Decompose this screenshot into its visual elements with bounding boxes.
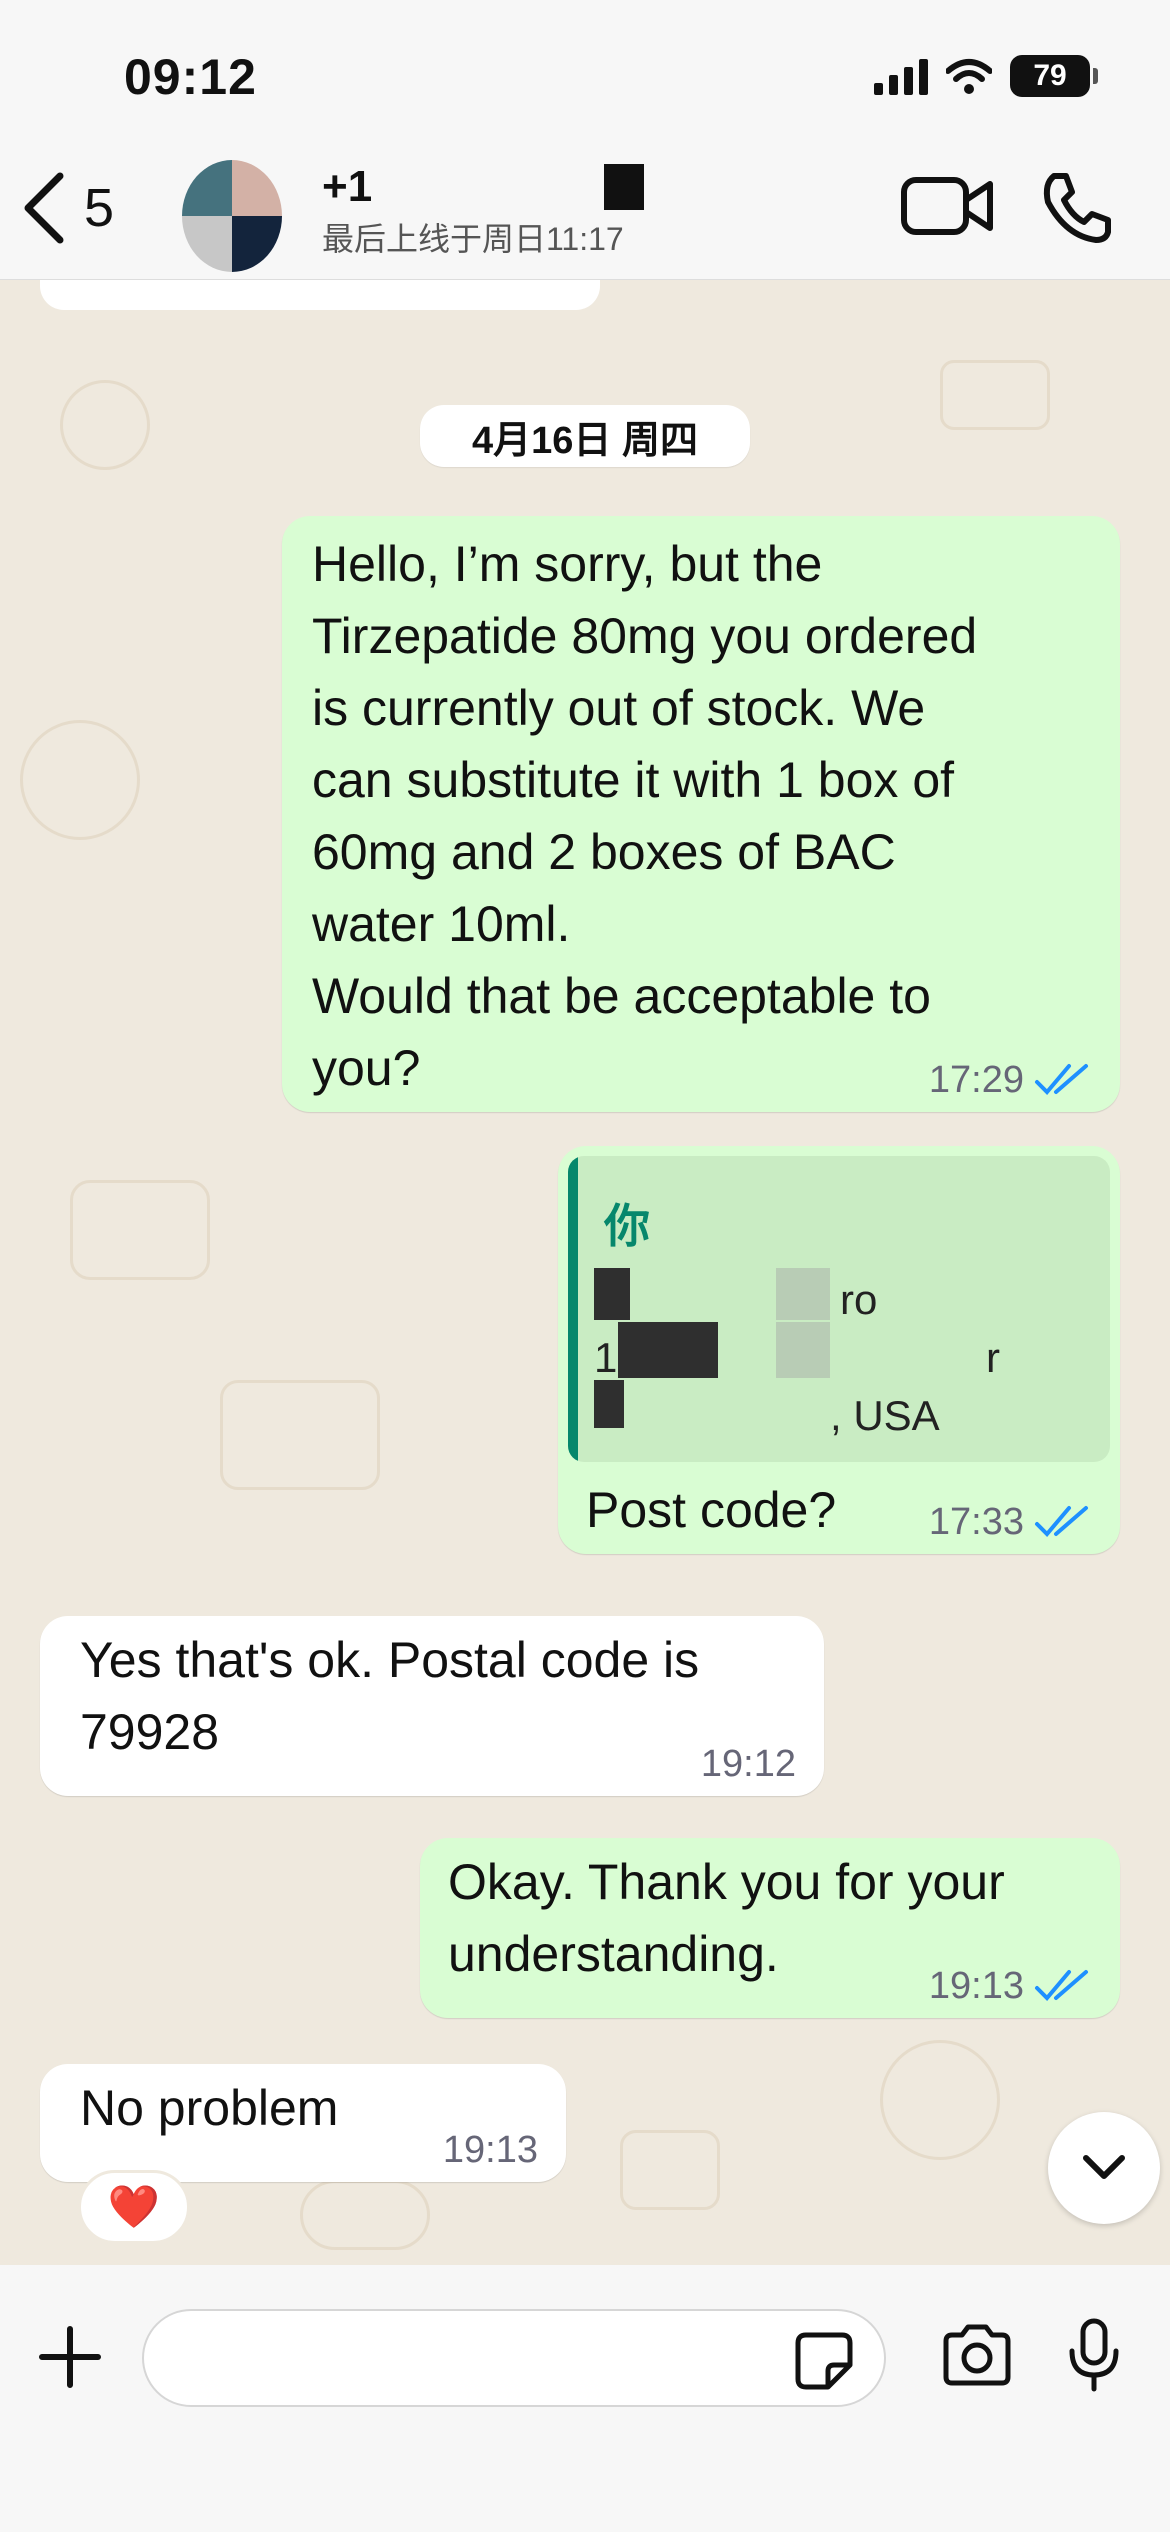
redaction-mask [594,1268,630,1320]
voice-call-button[interactable] [1040,170,1114,249]
attach-button[interactable] [38,2325,102,2394]
message-time: 17:29 [928,1059,1024,1101]
quote-author: 你 [604,1200,650,1252]
wallpaper-doodle [300,2180,430,2250]
message-meta: 17:33 [929,1502,1092,1542]
wallpaper-doodle [940,360,1050,430]
back-button[interactable]: 5 [20,170,114,246]
message-meta: 19:13 [929,1966,1092,2006]
sticker-button[interactable] [794,2331,854,2396]
redaction-mask [594,1380,624,1428]
video-call-button[interactable] [900,174,996,243]
double-check-icon [1035,1506,1088,1537]
quote-line: ro [840,1276,878,1323]
quoted-message[interactable]: 你 ro 1 r , USA [568,1156,1110,1462]
previous-message-edge [40,280,600,310]
contact-name[interactable]: +1 [322,162,372,212]
chevron-left-icon [24,172,64,244]
voice-message-button[interactable] [1066,2317,1122,2398]
message-time: 19:13 [442,2129,538,2171]
message-text: Post code? [586,1482,837,1538]
wallpaper-doodle [70,1180,210,1280]
battery-icon: 79 [1010,55,1098,97]
message-input[interactable] [142,2309,886,2407]
message-time: 19:12 [700,1743,796,1785]
unread-count: 5 [84,178,115,238]
double-check-icon [1035,1064,1088,1095]
camera-icon [943,2324,1011,2386]
wallpaper-doodle [880,2040,1000,2160]
quote-line: r [986,1334,1000,1381]
double-check-icon [1035,1970,1088,2001]
chevron-down-icon [1083,2155,1125,2179]
plus-icon [39,2326,101,2388]
message-time: 17:33 [928,1501,1024,1543]
status-icons: 79 [874,54,1098,98]
redaction-mask [776,1322,830,1378]
message-meta: 17:29 [929,1060,1092,1100]
outgoing-message[interactable]: Okay. Thank you for your understanding. … [420,1838,1120,2018]
cellular-signal-icon [874,57,928,95]
message-meta: 19:12 [701,1744,796,1784]
message-text: Yes that's ok. Postal code is 79928 [80,1632,700,1760]
quote-line: , USA [830,1392,940,1439]
camera-button[interactable] [940,2323,1014,2392]
redaction-mask [776,1268,830,1320]
heart-reaction[interactable]: ❤️ [78,2170,190,2244]
wallpaper-doodle [620,2130,720,2210]
incoming-message[interactable]: Yes that's ok. Postal code is 79928 19:1… [40,1616,824,1796]
last-seen-status: 最后上线于周日11:17 [322,221,624,257]
quote-accent-bar [568,1156,578,1462]
outgoing-message-with-quote[interactable]: 你 ro 1 r , USA Post code? 17:33 [558,1146,1120,1554]
outgoing-message[interactable]: Hello, I’m sorry, but the Tirzepatide 80… [282,516,1120,1112]
incoming-message[interactable]: No problem 19:13 [40,2064,566,2182]
wallpaper-doodle [220,1380,380,1490]
wifi-icon [946,59,992,94]
microphone-icon [1069,2318,1119,2392]
video-camera-icon [901,177,993,235]
wallpaper-doodle [60,380,150,470]
status-bar: 09:12 79 [0,0,1170,150]
scroll-to-bottom-button[interactable] [1048,2112,1160,2224]
redaction-mask [618,1322,718,1378]
message-composer [0,2265,1170,2532]
status-time: 09:12 [124,49,257,105]
message-text: Hello, I’m sorry, but the Tirzepatide 80… [312,536,978,1096]
date-separator: 4月16日 周四 [420,405,750,467]
chat-area[interactable]: 4月16日 周四 Hello, I’m sorry, but the Tirze… [0,280,1170,2265]
message-meta: 19:13 [443,2130,538,2170]
sticker-icon [795,2332,853,2390]
contact-avatar[interactable] [182,160,282,272]
message-time: 19:13 [928,1965,1024,2007]
chat-header: 5 +1 最后上线于周日11:17 [0,150,1170,280]
wallpaper-doodle [20,720,140,840]
phone-icon [1043,173,1111,243]
redaction-mask [604,164,644,210]
